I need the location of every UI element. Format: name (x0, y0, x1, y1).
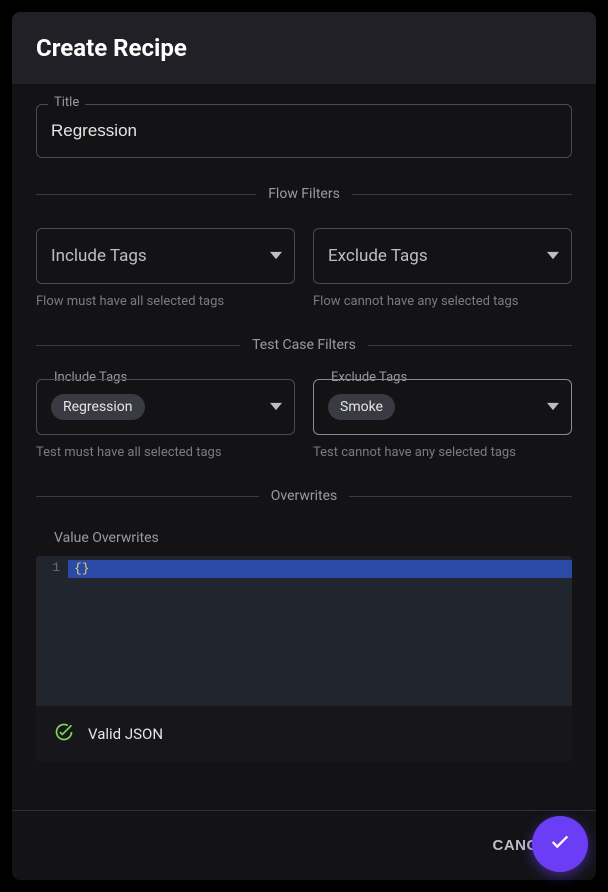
confirm-fab-button[interactable] (532, 816, 588, 872)
create-recipe-modal: Create Recipe Title Flow Filters Include… (12, 12, 596, 880)
flow-include-col: Include Tags Flow must have all selected… (36, 228, 295, 309)
check-icon (549, 831, 571, 857)
modal-header: Create Recipe (12, 12, 596, 84)
chevron-down-icon (270, 247, 282, 266)
chevron-down-icon (547, 398, 559, 417)
flow-exclude-tags-select[interactable]: Exclude Tags (313, 228, 572, 284)
check-circle-icon (54, 722, 74, 746)
code-lines: {} (68, 556, 572, 706)
title-input[interactable] (36, 104, 572, 158)
flow-include-placeholder: Include Tags (51, 246, 147, 266)
test-filters-row: Include Tags Regression Test must have a… (36, 379, 572, 460)
test-include-field: Include Tags Regression (36, 379, 295, 435)
modal-footer: CANCEL (12, 810, 596, 880)
json-status-bar: Valid JSON (36, 706, 572, 762)
test-filters-label: Test Case Filters (252, 337, 356, 353)
flow-include-helper: Flow must have all selected tags (36, 294, 295, 309)
title-field-wrapper: Title (36, 104, 572, 158)
title-label: Title (48, 95, 85, 110)
flow-include-field: Include Tags (36, 228, 295, 284)
modal-title: Create Recipe (36, 34, 572, 62)
code-editor[interactable]: 1 {} (36, 556, 572, 706)
code-line-1: {} (68, 560, 572, 578)
code-gutter: 1 (36, 556, 68, 706)
test-include-tags-select[interactable]: Regression (36, 379, 295, 435)
test-exclude-helper: Test cannot have any selected tags (313, 445, 572, 460)
test-exclude-tags-select[interactable]: Smoke (313, 379, 572, 435)
flow-exclude-placeholder: Exclude Tags (328, 246, 428, 266)
tag-chip-smoke[interactable]: Smoke (328, 394, 395, 420)
test-exclude-col: Exclude Tags Smoke Test cannot have any … (313, 379, 572, 460)
overwrites-divider: Overwrites (36, 488, 572, 504)
flow-filters-divider: Flow Filters (36, 186, 572, 202)
test-filters-divider: Test Case Filters (36, 337, 572, 353)
value-overwrites-label: Value Overwrites (54, 530, 572, 546)
modal-body: Title Flow Filters Include Tags Flow mus… (12, 84, 596, 810)
flow-exclude-col: Exclude Tags Flow cannot have any select… (313, 228, 572, 309)
flow-exclude-field: Exclude Tags (313, 228, 572, 284)
flow-filters-row: Include Tags Flow must have all selected… (36, 228, 572, 309)
test-include-helper: Test must have all selected tags (36, 445, 295, 460)
test-exclude-field: Exclude Tags Smoke (313, 379, 572, 435)
test-include-col: Include Tags Regression Test must have a… (36, 379, 295, 460)
json-status-text: Valid JSON (88, 725, 163, 743)
flow-exclude-helper: Flow cannot have any selected tags (313, 294, 572, 309)
chevron-down-icon (547, 247, 559, 266)
chevron-down-icon (270, 398, 282, 417)
flow-include-tags-select[interactable]: Include Tags (36, 228, 295, 284)
line-number: 1 (40, 560, 60, 575)
tag-chip-regression[interactable]: Regression (51, 394, 145, 420)
overwrites-label: Overwrites (271, 488, 338, 504)
flow-filters-label: Flow Filters (268, 186, 340, 202)
